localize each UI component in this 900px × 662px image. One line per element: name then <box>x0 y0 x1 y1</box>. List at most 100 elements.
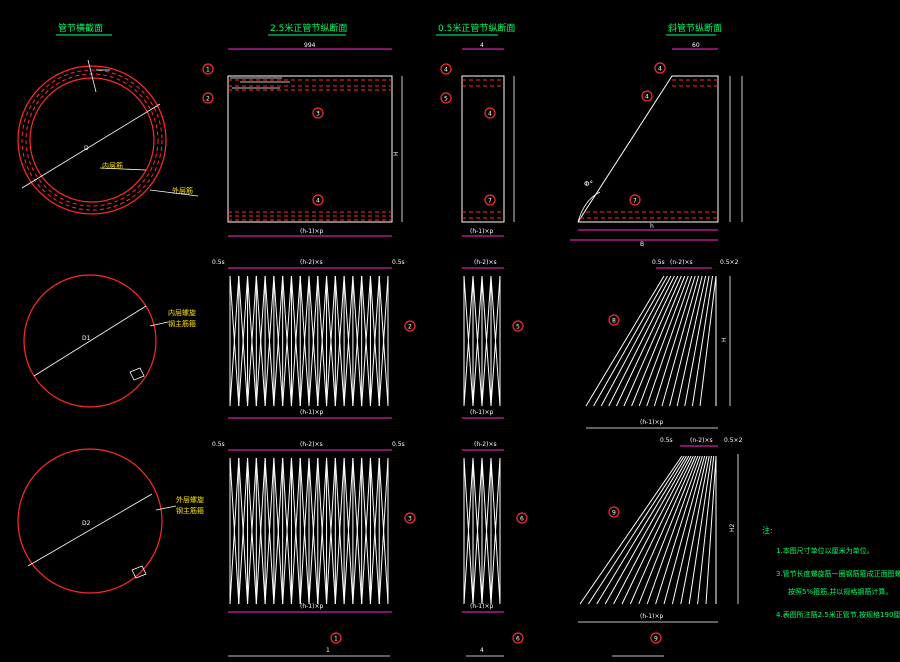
svg-text:2.5米正管节纵断面: 2.5米正管节纵断面 <box>270 22 347 34</box>
svg-text:0.5s: 0.5s <box>392 441 405 448</box>
svg-text:(h-1)×p: (h-1)×p <box>470 409 493 416</box>
outer-spiral-ring: D2 外层螺旋 钢主筋箍 <box>17 448 204 594</box>
title-slant-section: 斜管节纵断面 <box>666 22 722 36</box>
svg-text:B: B <box>640 241 644 248</box>
callout-number: 4 <box>645 94 649 101</box>
rebar-line <box>631 275 686 407</box>
outer-spiral-slant-pattern: (n-2)×s 0.5s 0.5×2 (h-1)×p H2 <box>578 437 743 623</box>
ring-diameter-label: D <box>84 145 89 152</box>
callout-number: 9 <box>612 510 616 517</box>
title-half-section: 0.5米正管节纵断面 <box>436 22 515 36</box>
svg-text:1: 1 <box>326 647 330 654</box>
slant-section-elevation: 60 h B Φ° <box>570 42 743 248</box>
drawing-canvas: 管节横截面 2.5米正管节纵断面 0.5米正管节纵断面 斜管节纵断面 D 内层筋… <box>17 22 900 657</box>
svg-text:内层螺旋: 内层螺旋 <box>168 308 196 317</box>
bottom-bar-marks: 1 4 <box>228 647 664 657</box>
svg-text:H: H <box>721 337 728 342</box>
full-section-elevation: 994 (h-1)×p H <box>227 42 403 237</box>
svg-text:4: 4 <box>480 647 484 654</box>
rebar-line <box>621 455 694 605</box>
callout-number: 4 <box>658 66 662 73</box>
outer-spiral-half-pattern: (h-2)×s (h-1)×p <box>462 441 504 613</box>
inner-spiral-full-pattern: (h-2)×s 0.5s 0.5s (h-1)×p <box>212 259 405 419</box>
svg-text:(h-2)×s: (h-2)×s <box>300 441 323 448</box>
svg-text:D2: D2 <box>82 520 91 527</box>
callout-number: 4 <box>488 111 492 118</box>
note-4: 4.表图所注筋2.5米正管节,按规格190厘米。 <box>776 610 900 619</box>
note-1: 1.本图尺寸单位以厘米为单位。 <box>776 546 874 555</box>
callout-number: 2 <box>206 96 210 103</box>
callout-number: 3 <box>316 111 320 118</box>
svg-text:994: 994 <box>304 42 316 49</box>
svg-text:0.5×2: 0.5×2 <box>724 437 743 444</box>
callout-number: 7 <box>488 198 492 205</box>
svg-text:D1: D1 <box>82 335 91 342</box>
callout-number: 4 <box>316 198 320 205</box>
rebar-line <box>676 275 707 407</box>
outer-spiral-full-pattern: (h-2)×s 0.5s 0.5s (h-1)×p <box>212 441 405 613</box>
ring-cross-section: D 内层筋 外层筋 <box>17 59 199 215</box>
svg-text:斜管节纵断面: 斜管节纵断面 <box>668 22 722 34</box>
inner-spiral-ring: D1 内层螺旋 钢主筋箍 <box>23 274 196 408</box>
callout-number: 3 <box>408 516 412 523</box>
svg-text:0.5米正管节纵断面: 0.5米正管节纵断面 <box>438 22 515 34</box>
callout-number: 1 <box>206 67 210 74</box>
title-ring: 管节横截面 <box>56 22 112 36</box>
notes-heading: 注: <box>762 525 773 535</box>
svg-text:0.5s: 0.5s <box>212 441 225 448</box>
rebar-line <box>661 275 700 407</box>
svg-text:h: h <box>650 223 654 230</box>
svg-text:(h-2)×s: (h-2)×s <box>300 259 323 266</box>
svg-text:钢主筋箍: 钢主筋箍 <box>176 506 204 515</box>
rebar-line <box>596 455 687 605</box>
rebar-line <box>671 455 708 605</box>
notes-block: 注: 1.本图尺寸单位以厘米为单位。 3.管节长度螺旋筋一圈钢筋箍成正面图螺距,… <box>762 525 900 619</box>
svg-text:(h-2)×s: (h-2)×s <box>474 259 497 266</box>
half-section-elevation: 4 (h-1)×p <box>461 42 515 237</box>
svg-text:(h-1)×p: (h-1)×p <box>300 603 323 610</box>
callout-number: 2 <box>408 324 412 331</box>
svg-text:0.5s: 0.5s <box>212 259 225 266</box>
inner-spiral-half-pattern: (h-2)×s (h-1)×p <box>462 259 504 419</box>
svg-text:(h-1)×p: (h-1)×p <box>470 603 493 610</box>
outer-ring-label: 外层筋 <box>172 186 193 195</box>
callout-number: 4 <box>444 67 448 74</box>
svg-text:0.5×2: 0.5×2 <box>720 259 739 266</box>
rebar-line <box>638 455 699 605</box>
svg-text:0.5s: 0.5s <box>392 259 405 266</box>
svg-text:钢主筋箍: 钢主筋箍 <box>168 319 196 328</box>
svg-text:(n-2)×s: (n-2)×s <box>690 437 713 444</box>
svg-text:60: 60 <box>692 42 700 49</box>
svg-text:H: H <box>393 151 400 156</box>
svg-text:Φ°: Φ° <box>584 180 593 188</box>
callout-number: 5 <box>516 324 520 331</box>
callout-markers: 1 2 3 4 4 5 4 7 4 4 7 2 5 8 3 6 9 1 6 9 <box>202 62 666 644</box>
svg-text:0.5s: 0.5s <box>660 437 673 444</box>
callout-number: 5 <box>444 96 448 103</box>
inner-spiral-slant-pattern: (n-2)×s 0.5s 0.5×2 (h-1)×p H <box>585 259 739 429</box>
svg-text:(h-1)×p: (h-1)×p <box>300 409 323 416</box>
svg-text:(n-2)×s: (n-2)×s <box>670 259 693 266</box>
callout-number: 1 <box>334 636 338 643</box>
rebar-line <box>638 275 689 407</box>
rebar-line <box>579 455 683 605</box>
svg-text:4: 4 <box>480 42 484 49</box>
svg-text:(h-1)×p: (h-1)×p <box>640 613 663 620</box>
svg-text:H2: H2 <box>729 523 736 532</box>
svg-text:(h-1)×p: (h-1)×p <box>640 419 663 426</box>
callout-number: 7 <box>633 198 637 205</box>
note-2: 3.管节长度螺旋筋一圈钢筋箍成正面图螺距,见表格 <box>776 569 900 578</box>
rebar-line <box>615 275 679 407</box>
svg-text:0.5s: 0.5s <box>652 259 665 266</box>
title-full-section: 2.5米正管节纵断面 <box>268 22 347 36</box>
callout-number: 6 <box>516 636 520 643</box>
rebar-line <box>604 455 690 605</box>
svg-text:(h-2)×s: (h-2)×s <box>474 441 497 448</box>
svg-text:管节横截面: 管节横截面 <box>58 22 103 34</box>
svg-text:(h-1)×p: (h-1)×p <box>470 228 493 235</box>
svg-text:(h-1)×p: (h-1)×p <box>300 228 323 235</box>
rebar-line <box>608 275 675 407</box>
svg-text:外层螺旋: 外层螺旋 <box>176 495 204 504</box>
callout-number: 8 <box>612 318 616 325</box>
inner-ring-label: 内层筋 <box>102 161 123 170</box>
